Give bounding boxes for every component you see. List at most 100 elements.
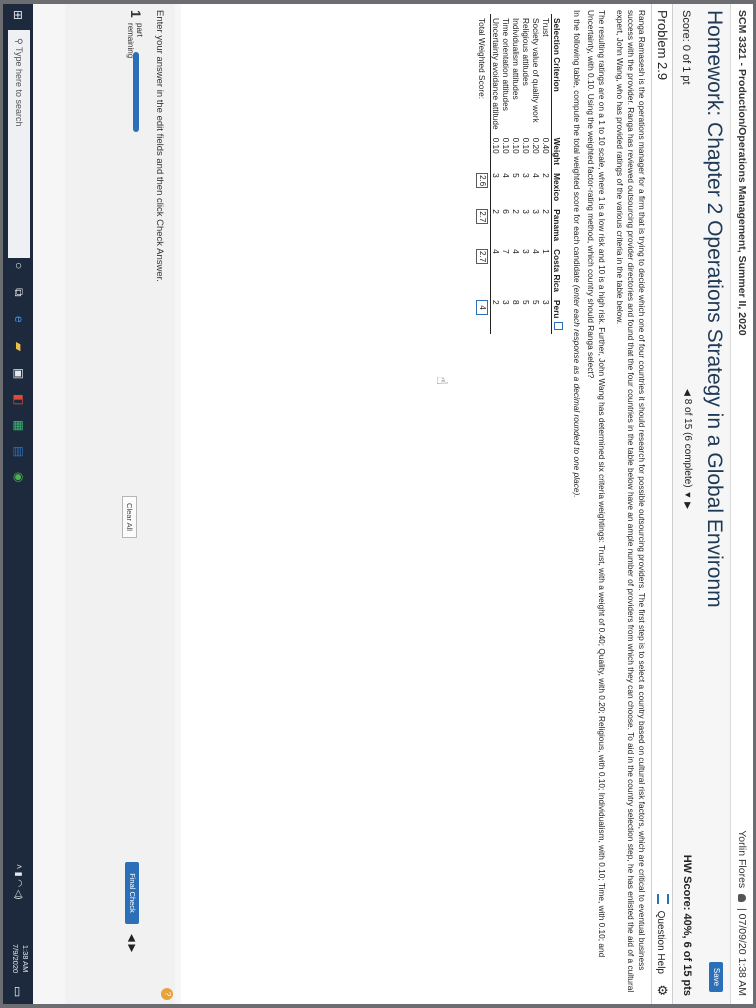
excel-icon[interactable]: ▦	[12, 420, 26, 431]
table-cell: 3	[541, 299, 551, 305]
clear-all-button[interactable]: Clear All	[122, 496, 137, 538]
cortana-icon[interactable]: ○	[12, 262, 26, 269]
table-cell: 5	[531, 299, 541, 305]
list-icon	[657, 893, 669, 904]
hw-score-text: HW Score: 40%, 6 of 15 pts	[681, 854, 693, 996]
taskbar-time: 1:38 AM	[21, 944, 30, 973]
total-row: Total Weighted Score: 2.6 2.7 2.7 4	[476, 14, 491, 335]
notification-icon[interactable]: ▭	[11, 986, 25, 997]
table-cell: 7	[501, 249, 511, 254]
table-cell: 4	[511, 249, 521, 254]
mexico-total-input[interactable]: 2.6	[476, 173, 488, 189]
edge-icon[interactable]: e	[12, 316, 26, 323]
table-cell: Society value of quality work	[531, 18, 541, 123]
problem-paragraph-3: In the following table, compute the tota…	[571, 10, 582, 995]
dropdown-icon[interactable]: ▼	[683, 490, 693, 499]
prev-question-icon[interactable]: ◀	[683, 389, 693, 396]
user-info: Yorlin Flores | 07/09/20 1:38 AM	[736, 830, 748, 996]
part-pager[interactable]: ◀ ▶	[126, 934, 137, 952]
windows-start-icon[interactable]: ⊞	[11, 10, 25, 20]
store-icon[interactable]: ▣	[12, 368, 26, 379]
user-icon	[738, 894, 746, 903]
peru-total-input[interactable]: 4	[476, 299, 488, 315]
course-title: SCM 3321 - Production/Operations Managem…	[736, 10, 748, 336]
table-cell: 2	[491, 209, 501, 214]
panama-total-input[interactable]: 2.7	[476, 209, 488, 225]
question-navigator[interactable]: ◀ 8 of 15 (6 complete) ▼ ▶	[682, 389, 693, 509]
table-cell: 2	[511, 209, 521, 214]
header-criterion: Selection Criterion	[551, 14, 563, 134]
table-cell: 5	[521, 299, 531, 305]
header-weight: Weight	[551, 133, 563, 170]
table-cell: 8	[511, 299, 521, 305]
total-label: Total Weighted Score:	[476, 14, 491, 134]
table-cell: 3	[521, 249, 531, 254]
volume-icon[interactable]: ◁)	[14, 890, 24, 900]
problem-paragraph-1: Ranga Ramasesh is the operations manager…	[615, 10, 647, 993]
final-check-button[interactable]: Final Check	[125, 862, 139, 924]
question-help-label[interactable]: Question Help	[655, 911, 666, 974]
battery-icon[interactable]: ▮	[14, 872, 24, 877]
copy-icon[interactable]	[554, 322, 563, 331]
table-row: Trust 0.40 2 2 1 3	[541, 14, 552, 334]
table-cell: Individualism attitudes	[511, 18, 521, 100]
windows-taskbar: ⊞ ⚲ Type here to search ○ ⧉ e ▰ ▣ ◧ ▦ ▤ …	[3, 4, 33, 1004]
chrome-icon[interactable]: ◉	[12, 472, 26, 482]
answer-instruction: Enter your answer in the edit fields and…	[154, 10, 165, 282]
office-icon[interactable]: ◧	[12, 394, 26, 405]
table-cell: Time orientation attitudes	[501, 18, 511, 111]
table-row: Society value of quality work 0.20 4 3 4…	[531, 14, 541, 334]
header-panama: Panama	[551, 205, 563, 246]
instruction-note: (enter each response as a decimal rounde…	[572, 284, 582, 498]
chevron-up-icon[interactable]: ˄	[14, 864, 24, 869]
gear-icon[interactable]: ⚙	[654, 984, 670, 996]
question-help-button[interactable]: Question Help	[655, 893, 669, 974]
screen: SCM 3321 - Production/Operations Managem…	[3, 4, 753, 1004]
total-empty	[476, 133, 491, 170]
table-row: Religious attitudes 0.10 3 3 3 5	[521, 14, 531, 334]
taskbar-search-input[interactable]: ⚲ Type here to search	[8, 30, 30, 258]
instruction-text: In the following table, compute the tota…	[572, 10, 582, 285]
table-cell: 4	[531, 173, 541, 178]
table-cell: 4	[491, 249, 501, 254]
prev-part-icon[interactable]: ◀	[126, 934, 137, 942]
table-cell: 2	[541, 173, 551, 178]
file-explorer-icon[interactable]: ▰	[12, 342, 26, 351]
next-question-icon[interactable]: ▶	[683, 502, 693, 509]
header-separator: |	[736, 908, 748, 911]
help-icon[interactable]: ?	[161, 988, 173, 1000]
hand-cursor-icon: ☝	[433, 376, 450, 386]
hw-score: HW Score: 40%, 6 of 15 pts	[681, 855, 693, 996]
table-cell: Trust	[541, 18, 551, 37]
system-tray[interactable]: ˄ ▮ ◠ ◁)	[13, 864, 24, 900]
table-cell: 3	[521, 209, 531, 214]
search-icon: ⚲	[14, 38, 24, 45]
header-peru-label: Peru	[552, 299, 562, 319]
problem-paragraph-2: The resulting ratings are on a 1 to 10 s…	[586, 10, 607, 958]
next-part-icon[interactable]: ▶	[126, 944, 137, 952]
table-cell: 0.10	[521, 137, 531, 154]
user-name[interactable]: Yorlin Flores	[736, 830, 748, 888]
table-cell: 5	[511, 173, 521, 178]
table-row: Uncertainty avoidance attitude 0.10 3 2 …	[491, 14, 501, 334]
table-cell: 0.40	[541, 137, 551, 154]
answer-footer: Enter your answer in the edit fields and…	[65, 4, 175, 1004]
wifi-icon[interactable]: ◠	[14, 879, 24, 887]
task-view-icon[interactable]: ⧉	[11, 288, 26, 297]
table-cell: 2	[541, 209, 551, 214]
problem-bar: Problem 2.9 Question Help ⚙	[651, 4, 673, 1004]
table-cell: Religious attitudes	[521, 18, 531, 86]
save-button[interactable]: Save	[709, 962, 723, 992]
criteria-table: Selection Criterion Weight Mexico Panama…	[476, 14, 563, 335]
table-cell: 3	[531, 209, 541, 214]
table-row: Time orientation attitudes 0.10 4 6 7 3	[501, 14, 511, 334]
costa-rica-total-input[interactable]: 2.7	[476, 249, 488, 265]
table-header-row: Selection Criterion Weight Mexico Panama…	[551, 14, 563, 335]
question-position[interactable]: 8 of 15 (6 complete)	[682, 399, 693, 488]
taskbar-clock[interactable]: 1:38 AM 7/9/2020	[10, 944, 30, 973]
table-cell: 3	[501, 299, 511, 305]
question-score: Score: 0 of 1 pt	[680, 10, 692, 85]
table-cell: 4	[531, 249, 541, 254]
problem-number: Problem 2.9	[655, 10, 670, 81]
word-icon[interactable]: ▤	[12, 446, 26, 457]
